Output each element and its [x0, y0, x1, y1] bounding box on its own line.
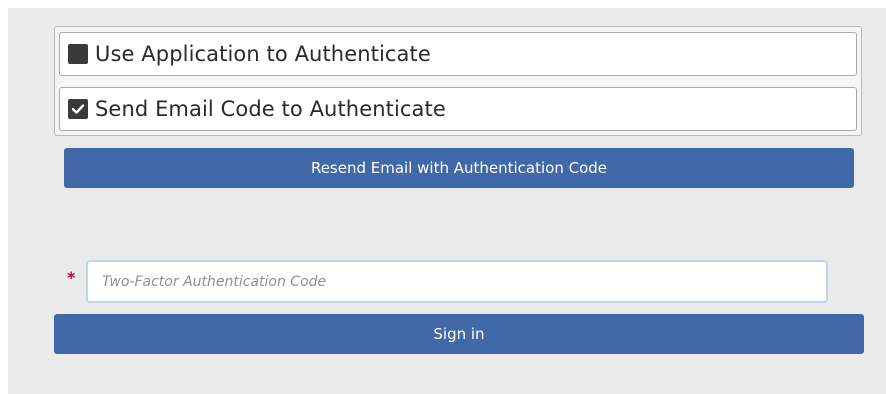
auth-method-group: Use Application to Authenticate Send Ema…	[54, 26, 862, 136]
two-factor-code-input[interactable]	[86, 260, 828, 303]
checkbox-checked-icon[interactable]	[68, 99, 88, 119]
send-email-label: Send Email Code to Authenticate	[95, 97, 446, 121]
checkmark-icon	[71, 104, 85, 114]
sign-in-button[interactable]: Sign in	[54, 314, 864, 354]
send-email-option[interactable]: Send Email Code to Authenticate	[59, 87, 857, 131]
use-application-option[interactable]: Use Application to Authenticate	[59, 32, 857, 76]
required-marker: *	[67, 268, 76, 287]
resend-email-button[interactable]: Resend Email with Authentication Code	[64, 148, 854, 188]
use-application-label: Use Application to Authenticate	[95, 42, 431, 66]
checkbox-unchecked-icon[interactable]	[68, 44, 88, 64]
